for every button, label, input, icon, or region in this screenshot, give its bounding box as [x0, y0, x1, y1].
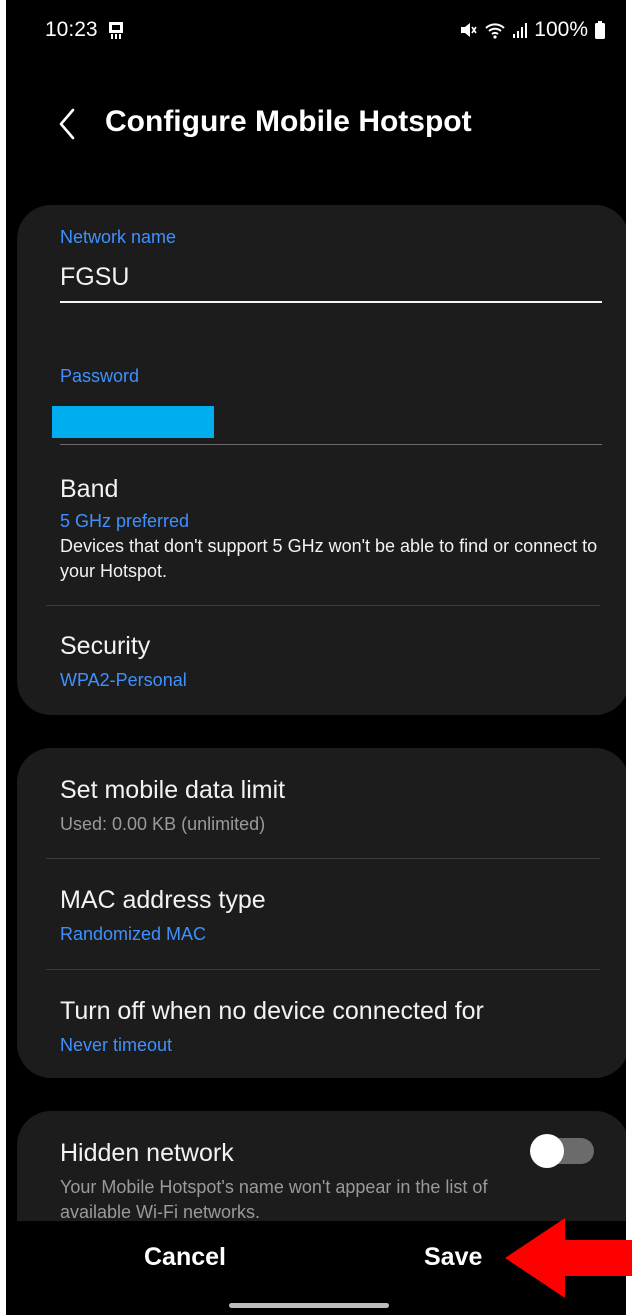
- band-value: 5 GHz preferred: [60, 511, 190, 531]
- security-value: WPA2-Personal: [60, 670, 187, 690]
- network-name-input[interactable]: FGSU: [60, 263, 129, 292]
- screenshot-icon: [106, 20, 126, 40]
- signal-icon: [512, 20, 528, 40]
- home-indicator[interactable]: [229, 1303, 389, 1308]
- band-description: Devices that don't support 5 GHz won't b…: [60, 536, 598, 581]
- annotation-arrow-icon: [505, 1218, 632, 1298]
- page-title: Configure Mobile Hotspot: [105, 105, 472, 138]
- hidden-network-description: Your Mobile Hotspot's name won't appear …: [60, 1177, 488, 1221]
- data-limit-title: Set mobile data limit: [60, 776, 286, 804]
- network-name-label: Network name: [60, 227, 177, 247]
- network-name-underline: [60, 301, 602, 303]
- data-limit-setting[interactable]: Set mobile data limit Used: 0.00 KB (unl…: [17, 748, 626, 858]
- hotspot-options-card: Set mobile data limit Used: 0.00 KB (unl…: [17, 748, 626, 1078]
- mac-address-title: MAC address type: [60, 886, 266, 914]
- mute-icon: [458, 20, 478, 40]
- timeout-setting[interactable]: Turn off when no device connected for Ne…: [17, 970, 626, 1078]
- toggle-knob: [530, 1134, 564, 1168]
- data-limit-value: Used: 0.00 KB (unlimited): [60, 814, 266, 834]
- status-bar-right: 100%: [458, 18, 606, 42]
- hidden-network-toggle[interactable]: [530, 1134, 596, 1168]
- mac-address-setting[interactable]: MAC address type Randomized MAC: [17, 859, 626, 969]
- hidden-network-setting[interactable]: Hidden network Your Mobile Hotspot's nam…: [17, 1111, 626, 1221]
- password-redaction: [52, 406, 214, 438]
- timeout-value: Never timeout: [60, 1035, 173, 1055]
- security-title: Security: [60, 632, 151, 660]
- band-setting[interactable]: Band 5 GHz preferred Devices that don't …: [17, 461, 626, 605]
- cancel-button[interactable]: Cancel: [144, 1243, 226, 1272]
- wifi-icon: [484, 20, 506, 40]
- mac-address-value: Randomized MAC: [60, 924, 207, 944]
- hotspot-settings-card: Network name FGSU Password Band 5 GHz pr…: [17, 205, 626, 715]
- status-bar-left: 10:23: [45, 18, 126, 42]
- battery-percent: 100%: [534, 18, 588, 41]
- status-time: 10:23: [45, 18, 98, 41]
- security-setting[interactable]: Security WPA2-Personal: [17, 606, 626, 706]
- password-label: Password: [60, 366, 140, 386]
- hidden-network-card: Hidden network Your Mobile Hotspot's nam…: [17, 1111, 626, 1221]
- save-button[interactable]: Save: [424, 1243, 482, 1272]
- band-title: Band: [60, 475, 119, 503]
- hidden-network-title: Hidden network: [60, 1139, 234, 1167]
- timeout-title: Turn off when no device connected for: [60, 997, 484, 1025]
- password-underline: [60, 444, 602, 445]
- back-icon: [59, 108, 75, 140]
- battery-icon: [594, 20, 606, 40]
- back-button[interactable]: [50, 104, 84, 144]
- phone-screen: 10:23 100% Configure Mobile Hotspot Netw…: [6, 0, 626, 1315]
